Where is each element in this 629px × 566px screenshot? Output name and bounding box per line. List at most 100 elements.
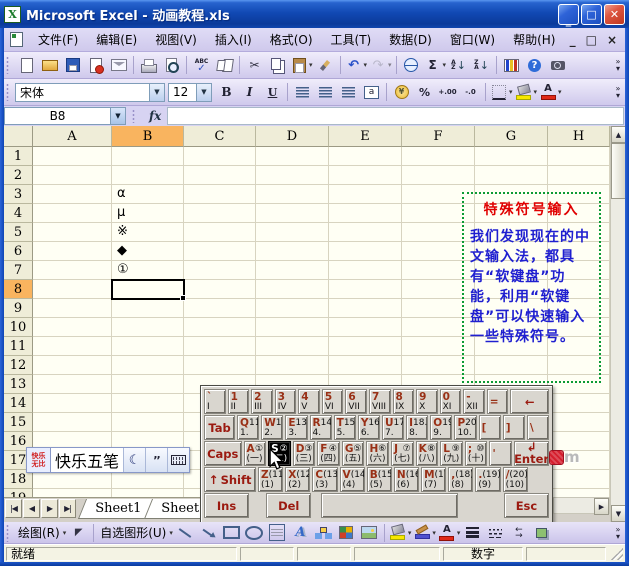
column-header-D[interactable]: D: [256, 126, 329, 147]
key-P[interactable]: P20.10.: [454, 415, 477, 440]
chevron-down-icon[interactable]: ▾: [509, 88, 513, 96]
chevron-down-icon[interactable]: ▾: [364, 61, 368, 69]
cell-E9[interactable]: [329, 299, 402, 318]
cell-A7[interactable]: [33, 261, 112, 280]
row-header-11[interactable]: 11: [4, 337, 33, 356]
cell-E3[interactable]: [329, 185, 402, 204]
row-header-14[interactable]: 14: [4, 394, 33, 413]
cell-B11[interactable]: [112, 337, 184, 356]
cell-H19[interactable]: [548, 489, 610, 497]
toolbar-grip[interactable]: [6, 83, 11, 101]
row-header-9[interactable]: 9: [4, 299, 33, 318]
research-button[interactable]: [213, 55, 236, 76]
key-M[interactable]: M(17)(7): [421, 467, 447, 492]
permission-button[interactable]: [84, 55, 107, 76]
close-button[interactable]: ✕: [604, 3, 625, 25]
maximize-button[interactable]: □: [581, 3, 602, 25]
arrow-button[interactable]: [197, 522, 220, 543]
cell-D7[interactable]: [256, 261, 329, 280]
cell-A13[interactable]: [33, 375, 112, 394]
percent-button[interactable]: [413, 82, 436, 103]
line-color-button[interactable]: ▾: [412, 522, 437, 543]
row-header-15[interactable]: 15: [4, 413, 33, 432]
escape-key[interactable]: Esc: [503, 493, 550, 518]
cell-B7[interactable]: ①: [112, 261, 184, 280]
email-button[interactable]: [107, 55, 130, 76]
picture-button[interactable]: [358, 522, 381, 543]
cell-E6[interactable]: [329, 242, 402, 261]
key-;[interactable]: ; ⑩ (十): [464, 441, 488, 466]
name-box[interactable]: B8: [4, 107, 110, 125]
key-B[interactable]: B(15)(5): [366, 467, 392, 492]
key-L[interactable]: L ⑨ (九): [440, 441, 463, 466]
menu-item-7[interactable]: 数据(D): [380, 28, 441, 51]
select-all-corner[interactable]: [4, 126, 33, 147]
column-header-B[interactable]: B: [112, 126, 184, 147]
camera-button[interactable]: [546, 55, 569, 76]
clip-art-button[interactable]: [335, 522, 358, 543]
print-button[interactable]: [137, 55, 160, 76]
resize-grip[interactable]: [611, 547, 623, 560]
paste-button[interactable]: ▾: [289, 55, 314, 76]
cell-C6[interactable]: [184, 242, 256, 261]
chart-wizard-button[interactable]: [500, 55, 523, 76]
cell-A15[interactable]: [33, 413, 112, 432]
delete-key[interactable]: Del: [266, 493, 312, 518]
cell-A6[interactable]: [33, 242, 112, 261]
key-I[interactable]: I 18. 8.: [406, 415, 429, 440]
wordart-button[interactable]: [289, 522, 312, 543]
cell-D12[interactable]: [256, 356, 329, 375]
cell-H15[interactable]: [548, 413, 610, 432]
cell-G2[interactable]: [475, 166, 548, 185]
previous-sheet-button[interactable]: ◀: [23, 499, 40, 518]
currency-button[interactable]: [390, 82, 413, 103]
key-1[interactable]: 1 II: [227, 389, 250, 414]
cell-B10[interactable]: [112, 318, 184, 337]
toolbar-options-button[interactable]: » ▾: [611, 54, 625, 76]
key-7[interactable]: 7 VIII: [368, 389, 391, 414]
row-header-7[interactable]: 7: [4, 261, 33, 280]
cell-A10[interactable]: [33, 318, 112, 337]
doc-close-button[interactable]: ×: [607, 33, 617, 47]
cell-C9[interactable]: [184, 299, 256, 318]
cell-C4[interactable]: [184, 204, 256, 223]
new-button[interactable]: [15, 55, 38, 76]
row-header-12[interactable]: 12: [4, 356, 33, 375]
cell-D8[interactable]: [256, 280, 329, 299]
scroll-up-icon[interactable]: ▲: [611, 126, 626, 143]
shift-key[interactable]: ↑ Shift: [204, 467, 257, 492]
text-box-button[interactable]: [266, 522, 289, 543]
cell-B4[interactable]: μ: [112, 204, 184, 223]
chevron-down-icon[interactable]: ▾: [432, 529, 436, 537]
cell-B1[interactable]: [112, 147, 184, 166]
menu-item-1[interactable]: 文件(F): [29, 28, 87, 51]
key-J[interactable]: J ⑦ (七): [391, 441, 414, 466]
autosum-button[interactable]: ▾: [423, 55, 448, 76]
toolbar-options-button[interactable]: » ▾: [611, 81, 625, 103]
cell-A14[interactable]: [33, 394, 112, 413]
cell-C2[interactable]: [184, 166, 256, 185]
row-header-8[interactable]: 8: [4, 280, 33, 299]
chevron-down-icon[interactable]: ▾: [309, 61, 313, 69]
undo-button[interactable]: ▾: [344, 55, 369, 76]
cell-C1[interactable]: [184, 147, 256, 166]
key-/[interactable]: / (20) (10): [502, 467, 528, 492]
selection-box-B8[interactable]: [111, 279, 186, 301]
cell-E8[interactable]: [329, 280, 402, 299]
bold-button[interactable]: [215, 82, 238, 103]
column-header-E[interactable]: E: [329, 126, 402, 147]
cell-C7[interactable]: [184, 261, 256, 280]
row-header-19[interactable]: 19: [4, 489, 33, 497]
chevron-down-icon[interactable]: ▾: [534, 88, 538, 96]
ime-punctuation-button[interactable]: ’’: [145, 448, 168, 472]
key-.[interactable]: . (19) (9): [475, 467, 501, 492]
rectangle-button[interactable]: [220, 522, 243, 543]
doc-restore-button[interactable]: □: [586, 33, 597, 47]
merge-center-button[interactable]: [360, 82, 383, 103]
key-N[interactable]: N(16)(6): [393, 467, 420, 492]
chevron-down-icon[interactable]: ▾: [457, 529, 461, 537]
increase-decimal-button[interactable]: [436, 82, 459, 103]
key-C[interactable]: C(13)(3): [312, 467, 338, 492]
key-3[interactable]: 3 IV: [274, 389, 297, 414]
arrow-style-button[interactable]: [507, 522, 530, 543]
